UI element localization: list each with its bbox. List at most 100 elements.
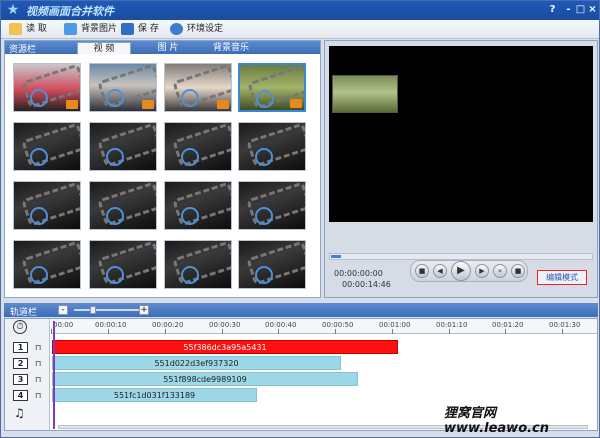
prev-frame-icon[interactable]: ◀ [433, 264, 447, 278]
lock-icon[interactable]: ⊓ [35, 392, 42, 400]
film-reel-icon [90, 182, 156, 229]
empty-slot[interactable] [238, 240, 306, 289]
music-note-icon: ♫ [14, 406, 25, 420]
next-frame-icon[interactable]: ▶ [475, 264, 489, 278]
total-time: 00:00:14:46 [342, 280, 391, 289]
track-3-clip[interactable]: 551f898cde9989109 [52, 372, 358, 386]
track-4-clip[interactable]: 551fc1d031f133189 [52, 388, 257, 402]
ruler-tick: 00:01:00 [379, 321, 411, 329]
end-icon[interactable]: ■ [511, 264, 525, 278]
play-icon[interactable]: ▶ [451, 261, 471, 281]
seek-progress [331, 255, 341, 258]
ruler-tick: 00:00:20 [152, 321, 184, 329]
empty-slot[interactable] [238, 122, 306, 171]
empty-slot[interactable] [238, 181, 306, 230]
bg-image-button[interactable]: 背景图片 [64, 22, 117, 37]
film-reel-icon [165, 241, 231, 288]
film-reel-icon [239, 241, 305, 288]
stop-icon[interactable]: ■ [415, 264, 429, 278]
preview-panel: 00:00:00:00 00:00:14:46 ■ ◀ ▶ ▶ » ■ 编辑模式 [324, 40, 598, 298]
ruler-tick: 00:00:10 [95, 321, 127, 329]
pip-video-overlay[interactable] [332, 75, 398, 113]
watermark-text: 狸窝官网 www.leawo.cn [444, 406, 550, 436]
empty-slot[interactable] [164, 122, 232, 171]
video-thumbnail-selected[interactable] [238, 63, 306, 112]
ruler-tick: 00:00:30 [209, 321, 241, 329]
resource-panel-label: 资源栏 [9, 45, 37, 55]
ruler-tick: 00:00 [53, 321, 74, 329]
zoom-in-button[interactable]: + [139, 305, 149, 315]
resource-tabs: 资源栏 视 频 图 片 背景音乐 [5, 41, 320, 55]
read-label: 读 取 [26, 24, 47, 34]
video-thumbnail-grid [13, 63, 313, 295]
tab-image[interactable]: 图 片 [143, 42, 193, 54]
track-label: 轨道栏 [10, 308, 38, 318]
close-button[interactable]: × [586, 3, 599, 17]
fast-forward-icon[interactable]: » [493, 264, 507, 278]
help-button[interactable]: ? [546, 3, 559, 17]
image-icon [64, 22, 77, 35]
folder-icon [9, 22, 22, 35]
empty-slot[interactable] [89, 240, 157, 289]
time-ruler[interactable]: 00:00 00:00:10 00:00:20 00:00:30 00:00:4… [51, 319, 597, 334]
empty-slot[interactable] [164, 240, 232, 289]
lock-icon[interactable]: ⊓ [35, 376, 42, 384]
track-header: 轨道栏 - + [4, 303, 598, 318]
track-number-1: 1 [13, 342, 28, 353]
video-thumbnail[interactable] [13, 63, 81, 112]
empty-slot[interactable] [13, 240, 81, 289]
preview-screen [329, 46, 593, 222]
edit-mode-button[interactable]: 编辑模式 [537, 270, 587, 285]
film-reel-icon [239, 182, 305, 229]
video-badge-icon [66, 100, 78, 109]
track-number-2: 2 [13, 358, 28, 369]
film-reel-icon [90, 241, 156, 288]
empty-slot[interactable] [13, 181, 81, 230]
video-badge-icon [142, 100, 154, 109]
gear-icon [170, 22, 183, 35]
toolbar: 读 取 背景图片 保 存 环境设定 [1, 20, 599, 39]
zoom-slider[interactable] [74, 309, 144, 311]
video-thumbnail[interactable] [164, 63, 232, 112]
seek-bar[interactable] [329, 253, 593, 260]
film-reel-icon [14, 182, 80, 229]
film-reel-icon [14, 123, 80, 170]
ruler-tick: 00:00:40 [265, 321, 297, 329]
settings-button[interactable]: 环境设定 [170, 22, 223, 37]
settings-label: 环境设定 [187, 24, 224, 34]
playhead[interactable] [53, 321, 55, 429]
film-reel-icon [165, 123, 231, 170]
tab-bg-music[interactable]: 背景音乐 [201, 42, 261, 54]
track-number-4: 4 [13, 390, 28, 401]
empty-slot[interactable] [89, 122, 157, 171]
lock-icon[interactable]: ⊓ [35, 344, 42, 352]
empty-slot[interactable] [89, 181, 157, 230]
video-badge-icon [217, 100, 229, 109]
playback-controls: ■ ◀ ▶ ▶ » ■ [410, 260, 528, 282]
zoom-out-button[interactable]: - [58, 305, 68, 315]
film-reel-icon [14, 241, 80, 288]
floppy-icon [121, 22, 134, 35]
window-title: 视频画面合并软件 [26, 5, 114, 18]
tab-video[interactable]: 视 频 [77, 42, 131, 54]
clock-icon: ⏱ [13, 320, 27, 334]
empty-slot[interactable] [164, 181, 232, 230]
current-time: 00:00:00:00 [334, 269, 383, 278]
track-1-clip[interactable]: 55f386dc3a95a5431 [52, 340, 398, 354]
save-label: 保 存 [138, 24, 159, 34]
video-badge-icon [290, 99, 302, 108]
lock-icon[interactable]: ⊓ [35, 360, 42, 368]
zoom-slider-knob[interactable] [90, 306, 96, 314]
bg-image-label: 背景图片 [81, 24, 118, 34]
read-button[interactable]: 读 取 [9, 22, 47, 37]
app-window: ★ 视频画面合并软件 ? - □ × 读 取 背景图片 保 存 环境设定 资源栏… [0, 0, 600, 438]
video-thumbnail[interactable] [89, 63, 157, 112]
track-gutter: ⏱ 1 ⊓ 2 ⊓ 3 ⊓ 4 ⊓ ♫ [5, 319, 50, 430]
ruler-tick: 00:00:50 [322, 321, 354, 329]
ruler-tick: 00:01:10 [436, 321, 468, 329]
film-reel-icon [90, 123, 156, 170]
track-2-clip[interactable]: 551d022d3ef937320 [52, 356, 341, 370]
film-reel-icon [165, 182, 231, 229]
save-button[interactable]: 保 存 [121, 22, 159, 37]
empty-slot[interactable] [13, 122, 81, 171]
